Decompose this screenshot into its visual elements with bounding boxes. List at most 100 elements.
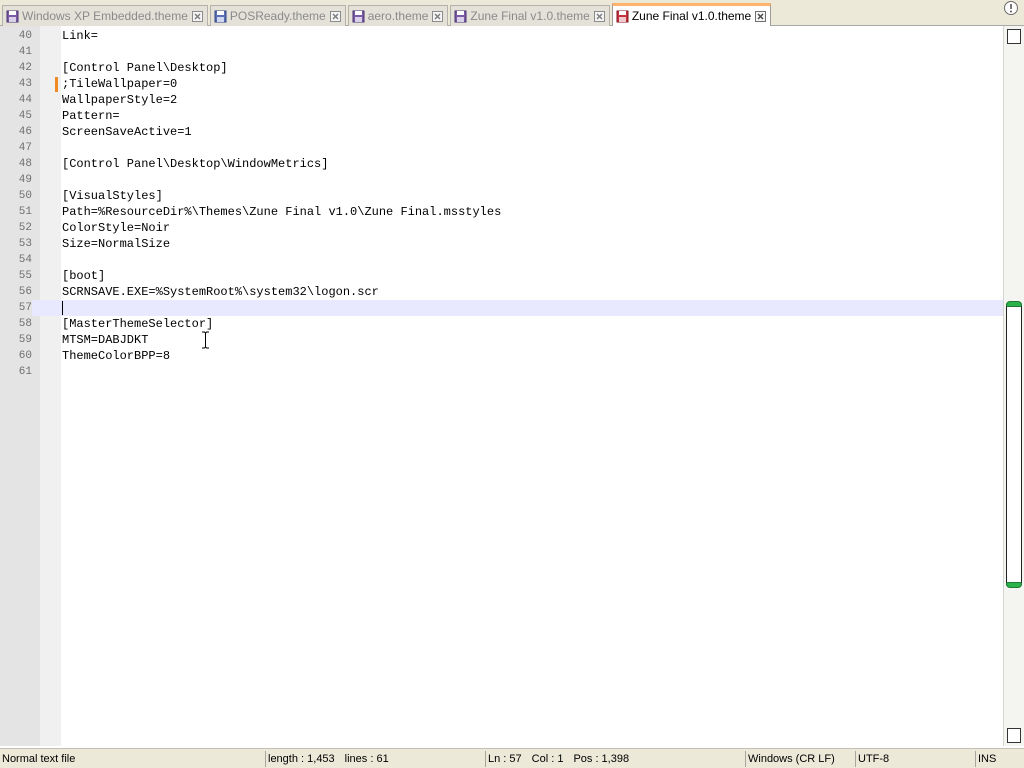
line-number: 43 <box>18 78 32 90</box>
current-line[interactable]: 57 <box>0 300 1003 316</box>
tab-label: aero.theme <box>367 9 429 23</box>
line-number: 58 <box>18 318 32 330</box>
code-line[interactable]: 47 <box>0 140 1003 156</box>
text-editor[interactable]: 40 Link= 41 42 [Control Panel\Desktop] 43;… <box>0 26 1003 746</box>
status-eol-format[interactable]: Windows (CR LF) <box>745 751 855 767</box>
line-number: 53 <box>18 238 32 250</box>
tab-aero-theme[interactable]: aero.theme <box>347 5 449 26</box>
tab-zune-final-theme-active[interactable]: Zune Final v1.0.theme <box>611 3 772 26</box>
scroll-thumb[interactable] <box>1006 301 1022 588</box>
code-line[interactable]: 45 Pattern= <box>0 108 1003 124</box>
code-line[interactable]: 60 ThemeColorBPP=8 <box>0 348 1003 364</box>
code-line[interactable]: 54 <box>0 252 1003 268</box>
code-line[interactable]: 55 [boot] <box>0 268 1003 284</box>
tab-label: Windows XP Embedded.theme <box>22 9 188 23</box>
close-tab-icon[interactable] <box>191 10 203 22</box>
close-tab-icon[interactable] <box>329 10 341 22</box>
line-text: [MasterThemeSelector] <box>62 317 214 331</box>
pos-text: Pos : 1,398 <box>573 753 630 765</box>
length-text: length : 1,453 <box>268 753 335 765</box>
tab-label: Zune Final v1.0.theme <box>470 9 590 23</box>
line-number: 41 <box>18 46 32 58</box>
code-line[interactable]: 58 [MasterThemeSelector] <box>0 316 1003 332</box>
change-history-marker <box>55 77 58 92</box>
line-text: SCRNSAVE.EXE=%SystemRoot%\system32\logon… <box>62 285 379 299</box>
code-line[interactable]: 56 SCRNSAVE.EXE=%SystemRoot%\system32\log… <box>0 284 1003 300</box>
line-text: [VisualStyles] <box>62 189 163 203</box>
code-line[interactable]: 43 ;TileWallpaper=0 <box>0 76 1003 92</box>
tab-zune-final-theme[interactable]: Zune Final v1.0.theme <box>450 5 610 26</box>
text-caret <box>62 301 63 315</box>
line-number: 59 <box>18 334 32 346</box>
line-number: 61 <box>18 366 32 378</box>
line-text: Link= <box>62 29 99 43</box>
close-tab-icon[interactable] <box>755 10 767 22</box>
close-document-icon[interactable] <box>1003 0 1019 16</box>
line-number: 51 <box>18 206 32 218</box>
line-text: ThemeColorBPP=8 <box>62 349 171 363</box>
status-insert-mode[interactable]: INS <box>975 751 1024 767</box>
line-text: [Control Panel\Desktop] <box>62 61 228 75</box>
line-number: 56 <box>18 286 32 298</box>
line-text: Pattern= <box>62 109 120 123</box>
line-number: 47 <box>18 142 32 154</box>
status-encoding[interactable]: UTF-8 <box>855 751 975 767</box>
line-number: 60 <box>18 350 32 362</box>
code-line[interactable]: 42 [Control Panel\Desktop] <box>0 60 1003 76</box>
tab-posready-theme[interactable]: POSReady.theme <box>209 5 346 26</box>
line-number: 54 <box>18 254 32 266</box>
tab-bar: Windows XP Embedded.theme POSReady.theme <box>0 0 1024 26</box>
scroll-down-button[interactable] <box>1007 728 1021 743</box>
encoding-text: UTF-8 <box>858 753 890 765</box>
tab-label: POSReady.theme <box>229 9 326 23</box>
status-bar: Normal text file length : 1,453 lines : 6… <box>0 748 1024 768</box>
code-line[interactable]: 49 <box>0 172 1003 188</box>
tab-label: Zune Final v1.0.theme <box>631 9 752 23</box>
close-tab-icon[interactable] <box>593 10 605 22</box>
close-tab-icon[interactable] <box>432 10 444 22</box>
code-line[interactable]: 61 <box>0 364 1003 380</box>
status-file-type: Normal text file <box>0 751 265 767</box>
line-number: 50 <box>18 190 32 202</box>
line-text: Size=NormalSize <box>62 237 171 251</box>
saved-file-icon <box>214 10 227 22</box>
line-text: MTSM=DABJDKT <box>62 333 149 347</box>
notepad-plus-plus-window: Windows XP Embedded.theme POSReady.theme <box>0 0 1024 768</box>
line-number: 45 <box>18 110 32 122</box>
line-number: 40 <box>18 30 32 42</box>
tab-windows-xp-embedded-theme[interactable]: Windows XP Embedded.theme <box>2 5 208 26</box>
code-line[interactable]: 46 ScreenSaveActive=1 <box>0 124 1003 140</box>
code-line[interactable]: 44 WallpaperStyle=2 <box>0 92 1003 108</box>
line-number: 55 <box>18 270 32 282</box>
lines-text: lines : 61 <box>344 753 389 765</box>
code-line[interactable]: 48 [Control Panel\Desktop\WindowMetrics] <box>0 156 1003 172</box>
line-number: 44 <box>18 94 32 106</box>
line-text: ScreenSaveActive=1 <box>62 125 192 139</box>
scroll-up-button[interactable] <box>1007 29 1021 44</box>
line-text: [boot] <box>62 269 106 283</box>
line-number: 46 <box>18 126 32 138</box>
file-type-text: Normal text file <box>2 753 76 765</box>
ln-text: Ln : 57 <box>488 753 522 765</box>
unsaved-file-icon <box>616 10 629 22</box>
mouse-ibeam-cursor-icon <box>202 331 209 349</box>
saved-file-icon <box>6 10 19 22</box>
code-line[interactable]: 40 Link= <box>0 28 1003 44</box>
line-text: WallpaperStyle=2 <box>62 93 178 107</box>
code-line[interactable]: 50 [VisualStyles] <box>0 188 1003 204</box>
code-line[interactable]: 51 Path=%ResourceDir%\Themes\Zune Final v… <box>0 204 1003 220</box>
code-line[interactable]: 41 <box>0 44 1003 60</box>
document-tabs: Windows XP Embedded.theme POSReady.theme <box>2 3 773 26</box>
vertical-scrollbar[interactable] <box>1003 26 1024 746</box>
line-number: 52 <box>18 222 32 234</box>
col-text: Col : 1 <box>531 753 564 765</box>
line-text: ;TileWallpaper=0 <box>62 77 178 91</box>
code-line[interactable]: 59 MTSM=DABJDKT <box>0 332 1003 348</box>
code-line[interactable]: 52 ColorStyle=Noir <box>0 220 1003 236</box>
scroll-thumb-top-grip <box>1006 301 1022 307</box>
line-text: [Control Panel\Desktop\WindowMetrics] <box>62 157 329 171</box>
scroll-thumb-bottom-grip <box>1006 582 1022 588</box>
line-number: 49 <box>18 174 32 186</box>
code-line[interactable]: 53 Size=NormalSize <box>0 236 1003 252</box>
insert-mode-text: INS <box>978 753 997 765</box>
